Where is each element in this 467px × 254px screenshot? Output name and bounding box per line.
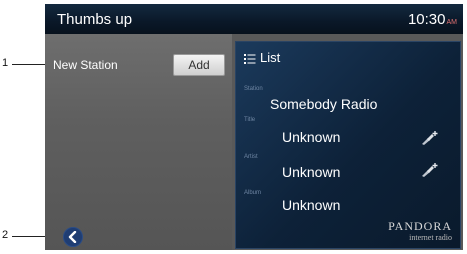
brand-name: PANDORA [388,219,452,233]
title-value: Unknown [282,129,341,145]
list-panel: List Station Somebody Radio Title Unknow… [235,41,461,249]
thumbs-up-artist-icon[interactable] [420,162,440,178]
list-heading-label: List [260,50,281,65]
list-icon [244,53,256,64]
device-screen: Thumbs up 10:30AM New Station Add List S… [45,4,463,250]
title-field-label: Title [244,117,256,123]
clock-time: 10:30 [407,11,446,28]
header-bar: Thumbs up 10:30AM [45,4,463,34]
station-field-label: Station [244,86,263,92]
brand-tagline: internet radio [409,233,452,242]
chevron-left-icon [68,231,77,243]
callout-number-1: 1 [2,57,9,69]
list-heading[interactable]: List [244,50,280,65]
clock: 10:30AM [408,11,457,28]
thumbs-up-title-icon[interactable] [420,130,440,146]
left-panel: New Station Add [45,34,232,250]
album-field-label: Album [244,190,262,196]
page-title: Thumbs up [57,11,133,28]
callout-1: 1 [0,57,52,71]
clock-ampm: AM [446,19,458,26]
back-button[interactable] [63,227,83,247]
new-station-label: New Station [53,58,118,72]
artist-field-label: Artist [244,154,258,160]
pandora-logo: PANDORA internet radio [388,219,452,242]
callout-2: 2 [0,229,62,243]
station-value: Somebody Radio [270,96,378,112]
album-value: Unknown [282,197,341,213]
callout-number-2: 2 [2,229,9,241]
artist-value: Unknown [282,164,341,180]
add-station-button[interactable]: Add [173,54,225,76]
